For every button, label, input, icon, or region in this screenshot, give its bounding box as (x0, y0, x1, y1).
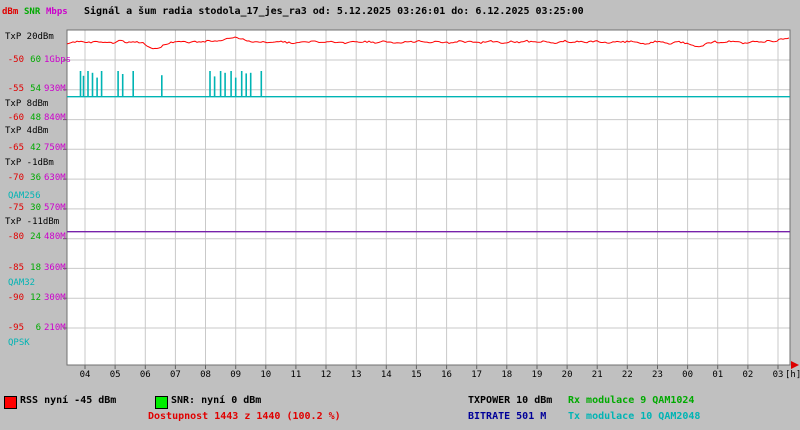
bitrate-text: BITRATE 501 M (468, 411, 547, 422)
tx-modulation-text: Tx modulace 10 QAM2048 (568, 411, 701, 422)
snr-legend-label: SNR: nyní 0 dBm (171, 395, 262, 406)
mrtg-signal-graph-page: dBm SNR Mbps Signál a šum radia stodola_… (0, 0, 800, 430)
txpower-text: TXPOWER 10 dBm (468, 395, 553, 406)
rx-modulation-text: Rx modulace 9 QAM1024 (568, 395, 695, 406)
availability-text: Dostupnost 1443 z 1440 (100.2 %) (148, 411, 341, 422)
rss-legend-label: RSS nyní -45 dBm (20, 395, 117, 406)
signal-noise-chart (63, 29, 799, 369)
snr-legend-swatch (155, 396, 168, 409)
rss-legend-swatch (4, 396, 17, 409)
